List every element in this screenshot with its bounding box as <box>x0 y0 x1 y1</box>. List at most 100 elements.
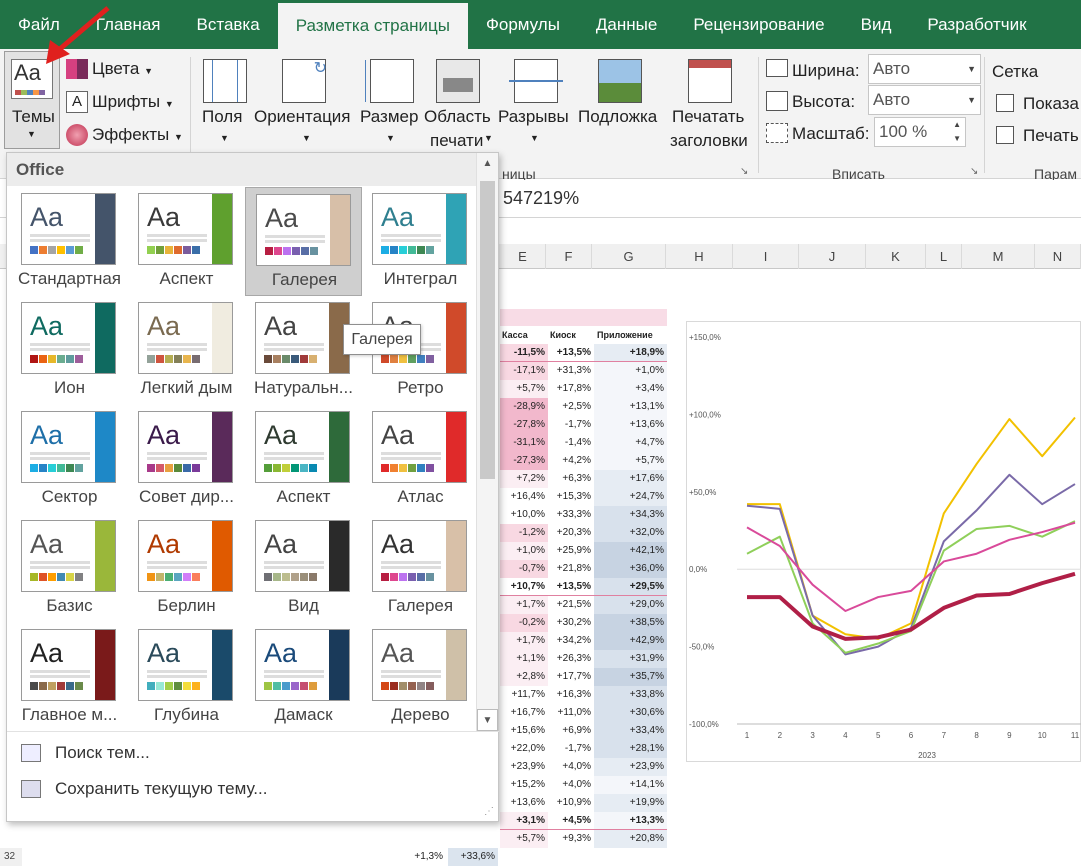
column-header[interactable]: N <box>1035 244 1081 269</box>
theme-preview-icon: Aa <box>255 520 350 592</box>
print-gridlines-checkbox[interactable] <box>996 126 1014 144</box>
theme-item[interactable]: Aa Легкий дым <box>128 296 245 405</box>
table-cell: -1,4% <box>548 434 594 452</box>
orientation-button[interactable]: ↻ Ориентация ▼ <box>254 53 358 153</box>
show-gridlines-checkbox[interactable] <box>996 94 1014 112</box>
x-tick-label: 5 <box>876 731 881 740</box>
x-tick-label: 4 <box>843 731 848 740</box>
margins-button[interactable]: Поля ▼ <box>198 53 250 153</box>
tab-2[interactable]: Вставка <box>179 0 278 49</box>
theme-item[interactable]: Aa Дамаск <box>245 623 362 732</box>
theme-item[interactable]: Aa Аспект <box>245 405 362 514</box>
table-cell: +26,3% <box>548 650 594 668</box>
theme-accent-bar <box>330 195 350 265</box>
theme-item[interactable]: Aa Сектор <box>11 405 128 514</box>
theme-item[interactable]: Aa Базис <box>11 514 128 623</box>
theme-item[interactable]: Aa Вид <box>245 514 362 623</box>
fonts-button[interactable]: Шрифты ▼ <box>92 92 174 112</box>
table-cell: -27,3% <box>500 452 548 470</box>
x-tick-label: 7 <box>942 731 947 740</box>
spin-icon[interactable]: ▲ ▼ <box>953 118 961 146</box>
column-header[interactable]: I <box>733 244 799 269</box>
scroll-down-icon[interactable]: ▼ <box>477 709 498 731</box>
table-cell: +25,9% <box>548 542 594 560</box>
background-button[interactable]: Подложка <box>576 53 662 153</box>
table-cell: +3,1% <box>500 812 548 829</box>
width-value: Авто <box>873 59 911 78</box>
print-area-button[interactable]: Область печати ▼ <box>422 53 494 153</box>
search-themes-command[interactable]: Поиск тем... <box>21 743 150 763</box>
column-header[interactable]: H <box>666 244 733 269</box>
theme-item[interactable]: Aa Берлин <box>128 514 245 623</box>
theme-swatches <box>264 355 318 363</box>
theme-item[interactable]: Aa Галерея <box>245 187 362 296</box>
save-theme-command[interactable]: Сохранить текущую тему... <box>21 779 267 799</box>
theme-item[interactable]: Aa Атлас <box>362 405 479 514</box>
column-header[interactable]: E <box>500 244 546 269</box>
table-cell: +31,9% <box>594 650 667 668</box>
scale-label: Масштаб: <box>792 124 870 143</box>
column-header[interactable]: K <box>866 244 926 269</box>
column-header[interactable]: G <box>592 244 666 269</box>
width-select[interactable]: Авто ▼ <box>868 54 981 84</box>
scale-spinner[interactable]: 100 % ▲ ▼ <box>874 117 966 147</box>
theme-swatches <box>147 355 201 363</box>
ribbon-separator <box>984 57 985 173</box>
height-select[interactable]: Авто ▼ <box>868 85 981 115</box>
theme-swatches <box>147 246 201 254</box>
resize-grip-icon[interactable]: ⋰ <box>484 806 494 817</box>
table-cell: +13,5% <box>548 578 594 595</box>
theme-label: Дамаск <box>274 705 333 724</box>
colors-button[interactable]: Цвета ▼ <box>92 59 153 79</box>
tab-8[interactable]: Разработчик <box>909 0 1044 49</box>
orientation-label: Ориентация <box>254 107 351 126</box>
theme-swatches <box>381 246 435 254</box>
column-header[interactable]: F <box>546 244 592 269</box>
effects-button[interactable]: Эффекты ▼ <box>92 125 183 145</box>
column-header[interactable]: M <box>962 244 1035 269</box>
theme-label: Натуральн... <box>254 378 353 397</box>
scroll-up-icon[interactable]: ▲ <box>477 153 498 175</box>
colors-icon <box>66 59 88 79</box>
tab-5[interactable]: Данные <box>578 0 675 49</box>
line-chart[interactable]: +150,0% +100,0% +50,0% 0,0% -50,0% -100,0% 1 2 3… <box>686 321 1081 762</box>
table-cell: +16,4% <box>500 488 548 506</box>
theme-item[interactable]: Aa Галерея <box>362 514 479 623</box>
theme-label: Интеграл <box>383 269 458 288</box>
size-button[interactable]: Размер ▼ <box>358 53 422 153</box>
table-row: -1,2% +20,3% +32,0% <box>500 524 667 542</box>
theme-label: Берлин <box>157 596 216 615</box>
tab-3[interactable]: Разметка страницы <box>277 3 468 49</box>
theme-accent-bar <box>95 303 115 373</box>
theme-item[interactable]: Aa Ион <box>11 296 128 405</box>
breaks-button[interactable]: Разрывы ▼ <box>496 53 574 153</box>
tab-7[interactable]: Вид <box>843 0 910 49</box>
theme-item[interactable]: Aa Глубина <box>128 623 245 732</box>
table-header: Киоск <box>550 330 576 340</box>
table-cell: +4,2% <box>548 452 594 470</box>
theme-item[interactable]: Aa Интеграл <box>362 187 479 296</box>
x-tick-label: 2 <box>778 731 783 740</box>
show-gridlines-label: Показа <box>1023 94 1079 113</box>
gallery-scrollbar[interactable]: ▲ ▼ <box>476 153 498 731</box>
scroll-thumb[interactable] <box>480 181 495 479</box>
theme-item[interactable]: Aa Дерево <box>362 623 479 732</box>
theme-item[interactable]: Aa Совет дир... <box>128 405 245 514</box>
gridlines-label: Сетка <box>992 62 1039 81</box>
column-header[interactable]: L <box>926 244 962 269</box>
table-row: +5,7% +9,3% +20,8% <box>500 830 667 848</box>
theme-item[interactable]: Aa Главное м... <box>11 623 128 732</box>
tab-6[interactable]: Рецензирование <box>675 0 842 49</box>
theme-swatches <box>147 573 201 581</box>
table-cell: +16,3% <box>548 686 594 704</box>
column-header[interactable]: J <box>799 244 866 269</box>
theme-preview-icon: Aa <box>21 411 116 483</box>
theme-item[interactable]: Aa Стандартная <box>11 187 128 296</box>
table-row: -17,1% +31,3% +1,0% <box>500 362 667 380</box>
page-setup-launcher-icon[interactable]: ↘ <box>740 166 748 177</box>
table-cell: +9,3% <box>548 830 594 848</box>
fit-launcher-icon[interactable]: ↘ <box>970 166 978 177</box>
theme-item[interactable]: Aa Аспект <box>128 187 245 296</box>
tab-4[interactable]: Формулы <box>468 0 578 49</box>
print-titles-button[interactable]: Печатать заголовки <box>668 53 754 153</box>
